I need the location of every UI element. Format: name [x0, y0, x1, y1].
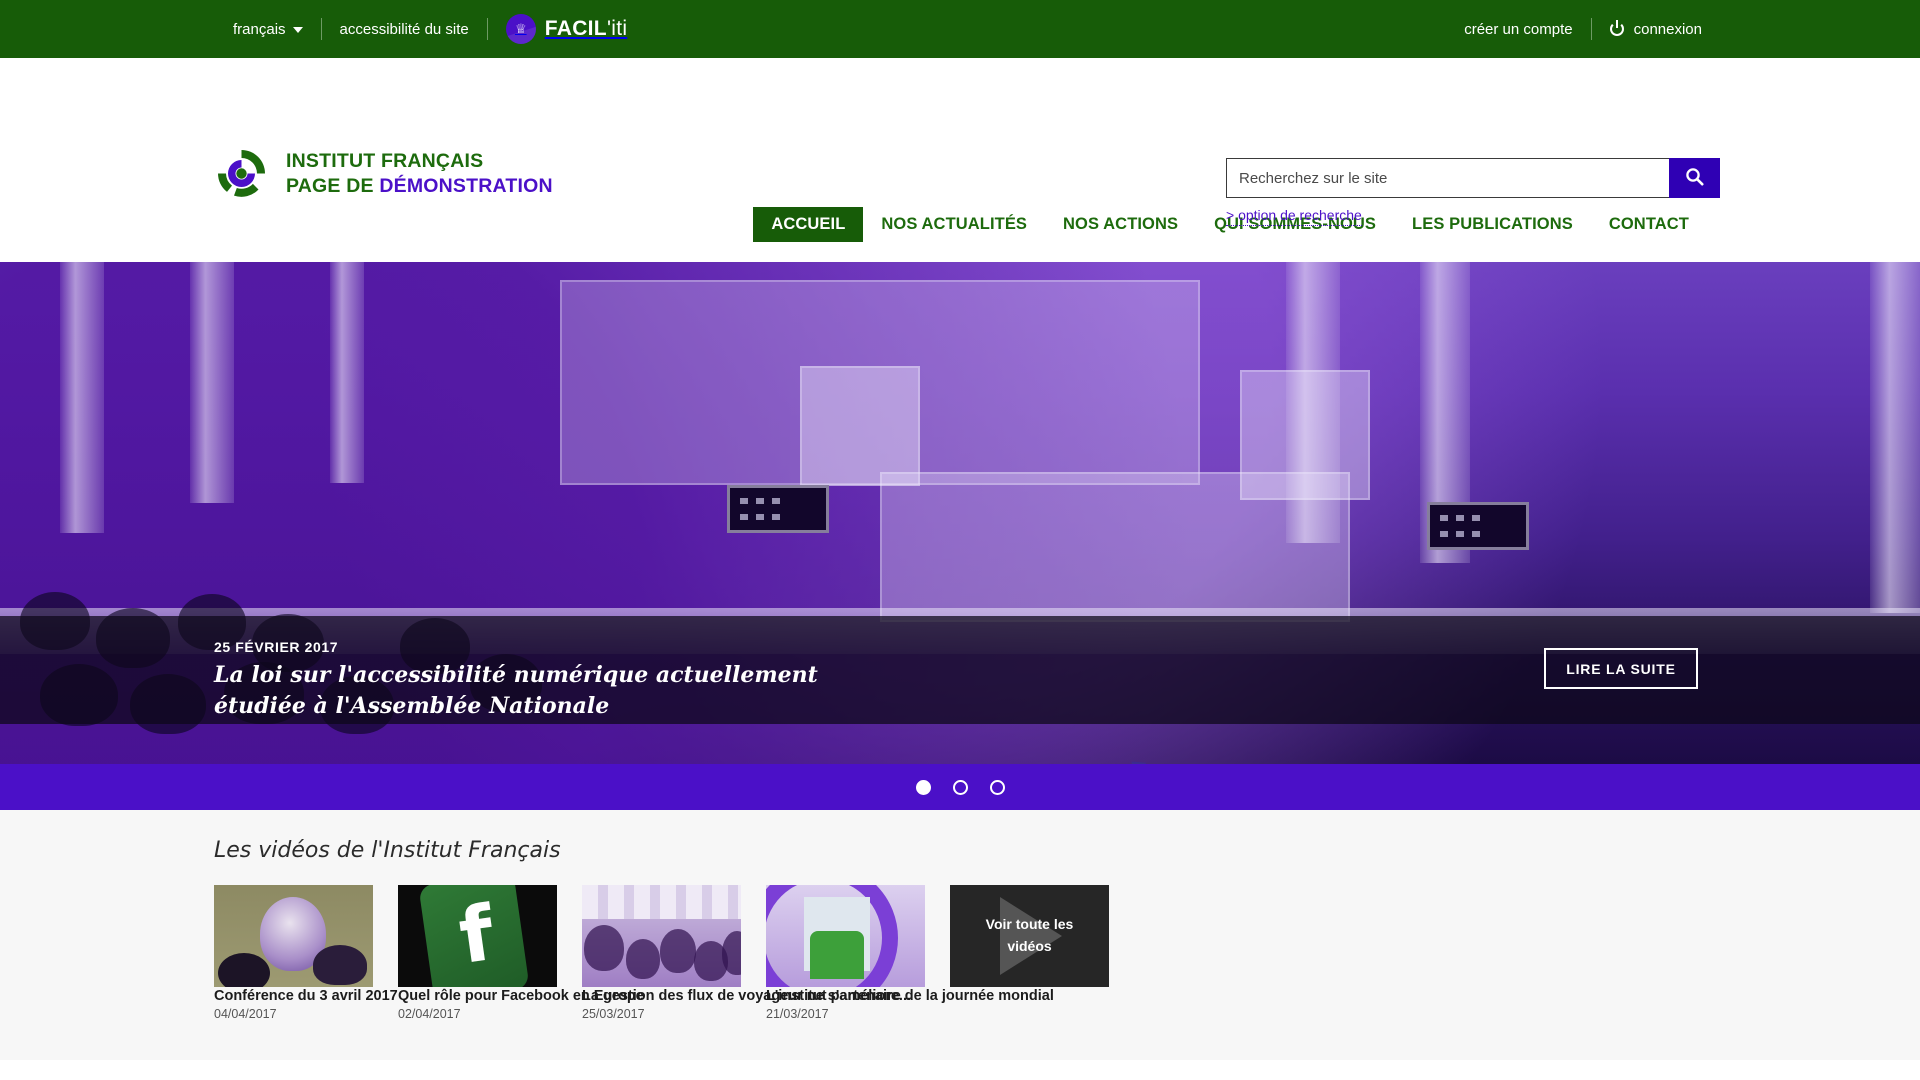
hero-date: 25 FÉVRIER 2017: [214, 639, 338, 655]
search-input[interactable]: [1226, 158, 1669, 198]
institut-logo-icon: [214, 146, 269, 201]
site-logo[interactable]: INSTITUT FRANÇAIS PAGE DE DÉMONSTRATION: [214, 146, 553, 201]
create-account-link[interactable]: créer un compte: [1446, 21, 1590, 38]
video-date: 02/04/2017: [398, 1007, 461, 1021]
nav-item-accueil[interactable]: ACCUEIL: [753, 207, 863, 242]
hero-caption-overlay: 25 FÉVRIER 2017 La loi sur l'accessibili…: [0, 616, 1920, 724]
nav-list-item: ACCUEIL: [753, 207, 863, 242]
nav-list-item: NOS ACTIONS: [1045, 207, 1196, 242]
video-card[interactable]: Conférence du 3 avril 2017 04/04/2017: [214, 885, 373, 1023]
video-card[interactable]: L'institut partenaire de la journée mond…: [766, 885, 925, 1023]
video-date: 04/04/2017: [214, 1007, 277, 1021]
hero-carousel: 25 FÉVRIER 2017 La loi sur l'accessibili…: [0, 262, 1920, 764]
video-thumbnail: [214, 885, 373, 987]
videos-section-title: Les vidéos de l'Institut Français: [214, 838, 1706, 863]
create-account-label: créer un compte: [1464, 21, 1572, 38]
video-title: L'institut partenaire de la journée mond…: [766, 988, 1054, 1004]
hero-title: La loi sur l'accessibilité numérique act…: [214, 660, 874, 722]
divider: [487, 18, 488, 40]
see-all-videos-button[interactable]: Voir toute les vidéos: [950, 885, 1109, 987]
carousel-dot-3[interactable]: [990, 780, 1005, 795]
utility-top-bar: français accessibilité du site ♕ FACIL'i…: [0, 0, 1920, 58]
see-all-videos-label: Voir toute les vidéos: [975, 914, 1085, 957]
video-thumbnail: [766, 885, 925, 987]
login-label: connexion: [1634, 21, 1702, 38]
language-selector[interactable]: français: [215, 21, 321, 38]
search-options-link[interactable]: > option de recherche: [1226, 207, 1362, 226]
carousel-dot-1[interactable]: [916, 780, 931, 795]
language-label: français: [233, 21, 286, 38]
faciliti-badge[interactable]: ♕ FACIL'iti: [506, 14, 628, 44]
search-area: > option de recherche: [1226, 158, 1720, 226]
nav-item-nos-actualites[interactable]: NOS ACTUALITÉS: [863, 207, 1045, 242]
utility-right-group: créer un compte connexion: [1446, 18, 1720, 40]
video-card[interactable]: Quel rôle pour Facebook en Europe 02/04/…: [398, 885, 557, 1023]
videos-grid: Conférence du 3 avril 2017 04/04/2017 Qu…: [214, 885, 1706, 1023]
video-card[interactable]: La gestion des flux de voyageur ne s'amé…: [582, 885, 741, 1023]
search-button[interactable]: [1669, 158, 1720, 198]
power-icon: [1610, 22, 1624, 36]
video-date: 21/03/2017: [766, 1007, 829, 1021]
utility-left-group: français accessibilité du site ♕ FACIL'i…: [215, 14, 627, 44]
video-date: 25/03/2017: [582, 1007, 645, 1021]
carousel-dot-2[interactable]: [953, 780, 968, 795]
accessibility-link[interactable]: accessibilité du site: [322, 21, 487, 38]
login-link[interactable]: connexion: [1592, 21, 1720, 38]
video-thumbnail: [398, 885, 557, 987]
crown-icon: ♕: [506, 14, 536, 44]
accessibility-label: accessibilité du site: [340, 21, 469, 38]
search-icon: [1685, 167, 1704, 189]
search-row: [1226, 158, 1720, 198]
site-logo-text: INSTITUT FRANÇAIS PAGE DE DÉMONSTRATION: [286, 149, 553, 199]
videos-section: Les vidéos de l'Institut Français Confér…: [0, 810, 1920, 1060]
hero-read-more-button[interactable]: LIRE LA SUITE: [1544, 648, 1698, 689]
chevron-down-icon: [293, 27, 303, 33]
logo-line-1: INSTITUT FRANÇAIS: [286, 150, 483, 172]
video-thumbnail: [582, 885, 741, 987]
site-header: INSTITUT FRANÇAIS PAGE DE DÉMONSTRATION …: [0, 58, 1920, 207]
nav-item-nos-actions[interactable]: NOS ACTIONS: [1045, 207, 1196, 242]
carousel-pagination: [0, 764, 1920, 810]
nav-list-item: NOS ACTUALITÉS: [863, 207, 1045, 242]
faciliti-wordmark: FACIL'iti: [545, 17, 628, 41]
video-title: Conférence du 3 avril 2017: [214, 988, 398, 1004]
logo-line-2: PAGE DE DÉMONSTRATION: [286, 174, 553, 199]
